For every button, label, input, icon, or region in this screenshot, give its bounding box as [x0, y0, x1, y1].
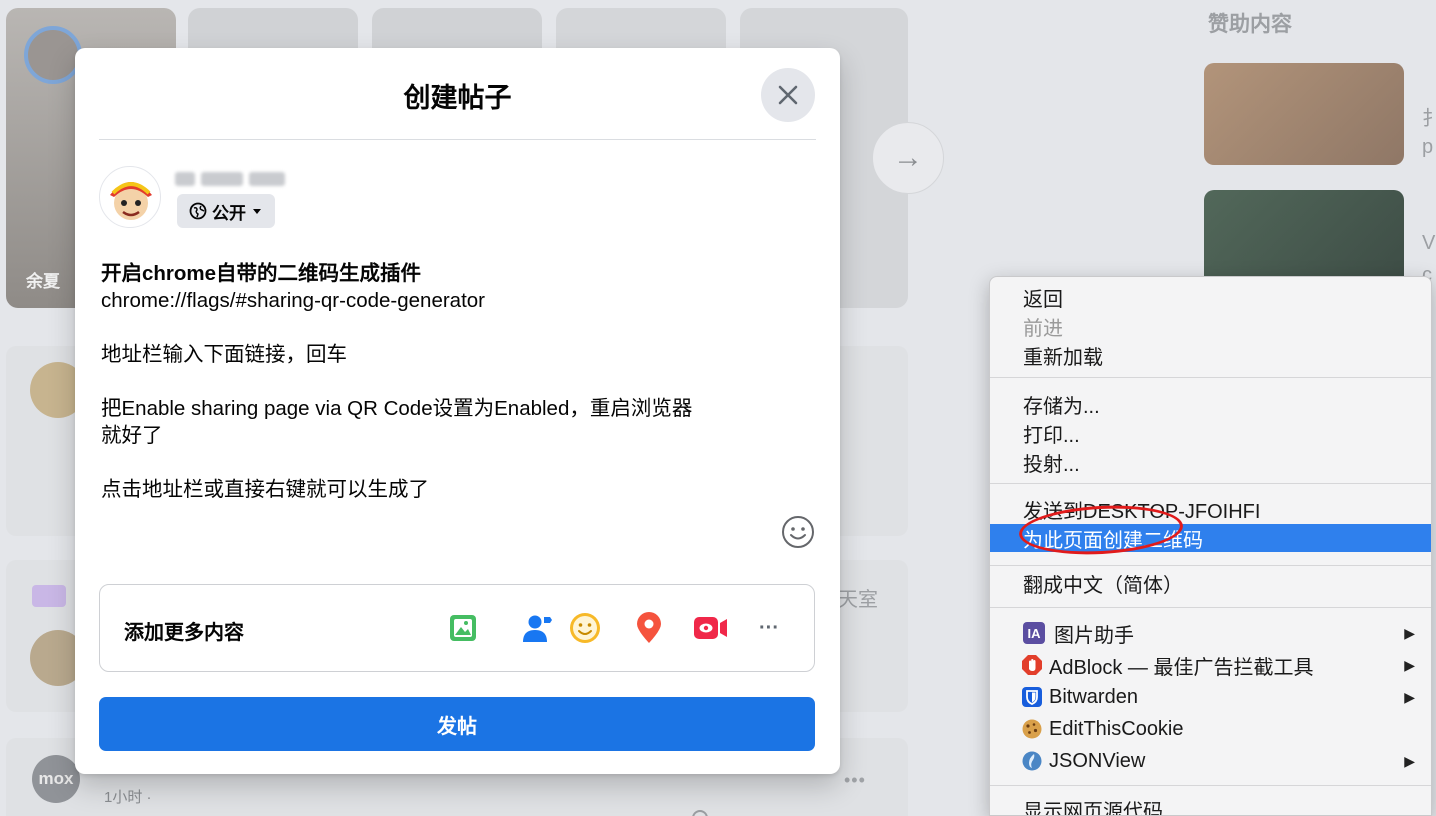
menu-item-back[interactable]: 返回 — [990, 283, 1431, 311]
submenu-arrow-icon: ▶ — [1404, 688, 1415, 705]
more-icon[interactable]: ··· — [750, 609, 788, 647]
caret-down-icon — [253, 209, 261, 214]
feeling-icon[interactable] — [566, 609, 604, 647]
menu-item-create-qr-code[interactable]: 为此页面创建二维码 — [990, 524, 1431, 552]
menu-item-print[interactable]: 打印... — [990, 419, 1431, 447]
menu-item-editthiscookie[interactable]: EditThisCookie — [990, 715, 1431, 743]
ad-title[interactable]: 扌 — [1422, 102, 1436, 131]
avatar — [99, 166, 161, 228]
author-name — [175, 170, 299, 188]
ad-thumbnail[interactable] — [1204, 63, 1404, 165]
post-text-line: 地址栏输入下面链接，回车 — [101, 343, 347, 366]
globe-icon — [189, 202, 207, 220]
chat-room-label: 天室 — [838, 589, 878, 611]
jsonview-icon — [1022, 751, 1042, 771]
post-text-line: chrome://flags/#sharing-qr-code-generato… — [101, 289, 485, 312]
video-room-icon[interactable] — [32, 585, 66, 607]
menu-item-label: EditThisCookie — [1049, 717, 1184, 740]
adblock-icon — [1022, 655, 1042, 675]
tag-people-icon[interactable] — [518, 609, 556, 647]
ad-domain: p — [1422, 136, 1434, 158]
menu-item-jsonview[interactable]: JSONView ▶ — [990, 747, 1431, 775]
menu-separator — [990, 483, 1431, 484]
menu-item-send-to-device[interactable]: 发送到DESKTOP-JFOIHFI — [990, 495, 1431, 523]
post-more-icon[interactable]: ••• — [844, 770, 866, 791]
post-text-area[interactable]: 开启chrome自带的二维码生成插件 chrome://flags/#shari… — [101, 260, 801, 503]
post-button[interactable]: 发帖 — [99, 697, 815, 751]
privacy-selector[interactable]: 公开 — [177, 194, 275, 228]
post-text-line: 开启chrome自带的二维码生成插件 — [101, 262, 422, 285]
dialog-title: 创建帖子 — [403, 83, 512, 113]
context-menu: 返回 前进 重新加载 存储为... 打印... 投射... 发送到DESKTOP… — [989, 276, 1432, 816]
menu-separator — [990, 607, 1431, 608]
cookie-icon — [1022, 719, 1042, 739]
menu-item-bitwarden[interactable]: Bitwarden ▶ — [990, 683, 1431, 711]
menu-item-label: Bitwarden — [1049, 685, 1138, 708]
image-helper-icon: IA — [1023, 622, 1045, 644]
menu-item-cast[interactable]: 投射... — [990, 448, 1431, 476]
avatar[interactable]: mox — [32, 755, 80, 803]
bitwarden-icon — [1022, 687, 1042, 707]
smiley-icon[interactable] — [781, 515, 815, 549]
menu-separator — [990, 785, 1431, 786]
story-name: 余夏 — [26, 272, 60, 291]
arrow-right-icon[interactable]: → — [872, 122, 944, 194]
menu-item-translate[interactable]: 翻成中文（简体） — [990, 569, 1431, 597]
menu-item-view-source[interactable]: 显示网页源代码 — [990, 795, 1431, 816]
menu-item-label: JSONView — [1049, 749, 1146, 772]
submenu-arrow-icon: ▶ — [1404, 656, 1415, 673]
submenu-arrow-icon: ▶ — [1404, 752, 1415, 769]
menu-separator — [990, 565, 1431, 566]
post-timestamp: 1小时 · — [104, 789, 152, 806]
divider — [99, 139, 816, 140]
menu-item-save-as[interactable]: 存储为... — [990, 390, 1431, 418]
location-icon[interactable] — [630, 609, 668, 647]
close-button[interactable] — [761, 68, 815, 122]
privacy-label: 公开 — [212, 203, 246, 223]
menu-item-label: AdBlock — 最佳广告拦截工具 — [1049, 656, 1314, 679]
sponsored-heading: 赞助内容 — [1208, 13, 1292, 36]
story-avatar — [24, 26, 82, 84]
post-text-line: 把Enable sharing page via QR Code设置为Enabl… — [101, 397, 693, 420]
add-to-post-bar: 添加更多内容 ··· — [99, 584, 815, 672]
photo-icon[interactable] — [444, 609, 482, 647]
live-video-icon[interactable] — [692, 609, 730, 647]
menu-separator — [990, 377, 1431, 378]
post-text-line: 就好了 — [101, 424, 163, 447]
menu-item-reload[interactable]: 重新加载 — [990, 341, 1431, 369]
menu-item-label: 图片助手 — [1054, 624, 1134, 647]
submenu-arrow-icon: ▶ — [1404, 624, 1415, 641]
menu-item-adblock[interactable]: AdBlock — 最佳广告拦截工具 ▶ — [990, 651, 1431, 679]
create-post-dialog: 创建帖子 公开 开启chrome自带的二维码生成插件 chrome://flag… — [75, 48, 840, 774]
post-text-line: 点击地址栏或直接右键就可以生成了 — [101, 478, 429, 501]
close-icon — [778, 85, 798, 105]
menu-item-image-helper[interactable]: IA 图片助手 ▶ — [990, 619, 1431, 647]
add-to-post-label: 添加更多内容 — [124, 622, 244, 644]
ad-title[interactable]: V — [1422, 232, 1435, 255]
menu-item-forward: 前进 — [1023, 317, 1063, 340]
